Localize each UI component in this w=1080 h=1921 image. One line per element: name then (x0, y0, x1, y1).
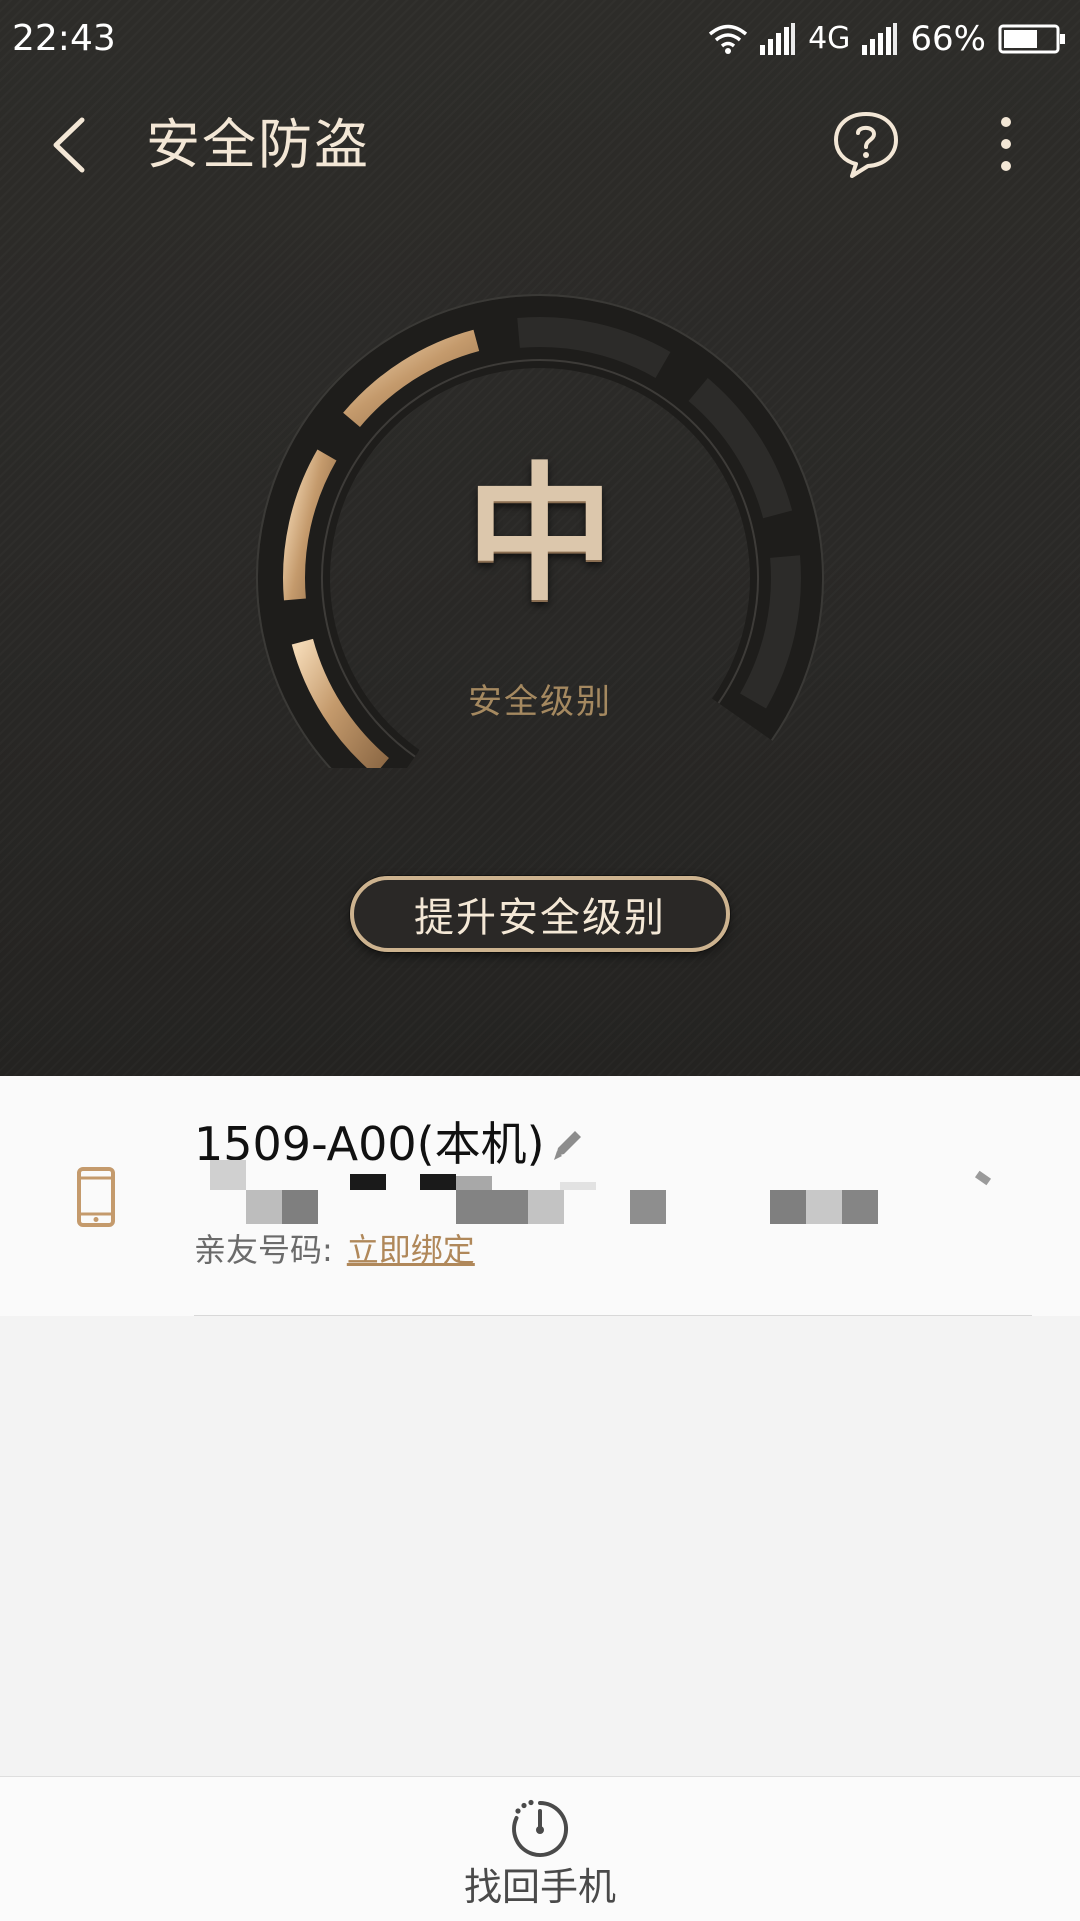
security-level-label: 安全级别 (468, 682, 612, 722)
status-icons: 4G 66% (708, 16, 1066, 62)
back-button[interactable] (38, 102, 102, 188)
upgrade-security-button[interactable]: 提升安全级别 (350, 876, 730, 952)
more-vertical-icon (1001, 117, 1011, 171)
mask-block (456, 1176, 492, 1190)
mask-block (974, 1170, 992, 1186)
mask-block (528, 1190, 564, 1224)
chevron-left-icon (53, 117, 85, 173)
status-time: 22:43 (12, 18, 116, 59)
battery-icon (998, 24, 1065, 54)
help-button[interactable] (828, 106, 904, 182)
wifi-icon (708, 24, 748, 54)
battery-percent: 66% (910, 19, 986, 59)
page-title: 安全防盗 (146, 113, 370, 176)
mask-block (630, 1190, 666, 1224)
security-gauge: 中 安全级别 (250, 288, 830, 768)
privacy-mask (210, 1160, 1000, 1224)
card-divider (194, 1315, 1032, 1316)
find-phone-label: 找回手机 (463, 1865, 616, 1909)
mask-block (806, 1190, 842, 1224)
bottom-bar: 找回手机 (0, 1776, 1080, 1921)
mask-block (420, 1174, 456, 1190)
mask-block (842, 1190, 878, 1224)
status-bar: 22:43 4G 66% (0, 0, 1080, 78)
contact-label: 亲友号码: (194, 1231, 333, 1269)
mask-block (282, 1190, 318, 1224)
more-options-button[interactable] (986, 106, 1026, 182)
signal-icon-secondary (862, 23, 898, 55)
phone-icon (77, 1167, 115, 1227)
signal-icon (760, 23, 796, 55)
mask-block (246, 1190, 282, 1224)
mask-block (560, 1182, 596, 1190)
mask-block (350, 1174, 386, 1190)
mask-block (456, 1190, 528, 1224)
app-bar: 安全防盗 (0, 78, 1080, 212)
contact-row: 亲友号码: 立即绑定 (194, 1228, 475, 1272)
find-phone-button[interactable]: 找回手机 (430, 1799, 650, 1911)
security-hero: 22:43 4G 66% 安全防盗 中 安全级别 提升安全级别 (0, 0, 1080, 1076)
edit-pencil-icon[interactable] (548, 1124, 588, 1164)
security-level-value: 中 (466, 449, 614, 621)
network-type: 4G (808, 21, 851, 56)
bind-contact-link[interactable]: 立即绑定 (347, 1231, 475, 1269)
locate-phone-icon (512, 1799, 569, 1857)
help-bubble-icon (834, 112, 898, 178)
mask-block (210, 1160, 246, 1190)
mask-block (770, 1190, 806, 1224)
